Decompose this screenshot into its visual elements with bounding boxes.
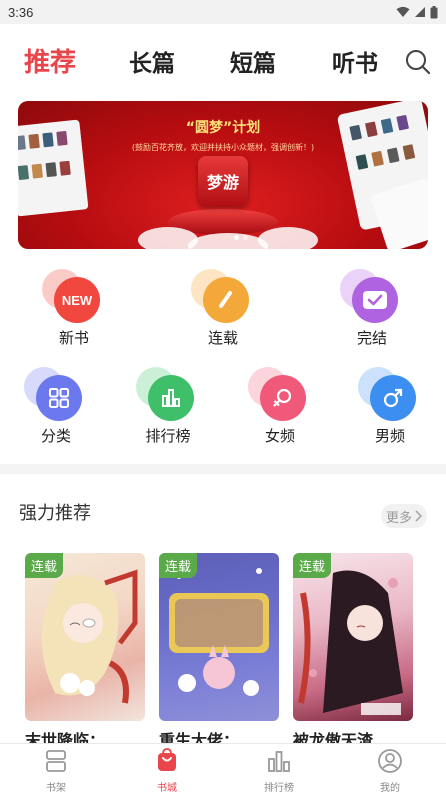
check-icon [340, 269, 404, 325]
category-finished[interactable]: 完结 [332, 269, 412, 348]
serial-badge: 连载 [293, 553, 332, 578]
category-label: 新书 [58, 329, 89, 347]
category-label: 连载 [207, 329, 238, 347]
section-divider [0, 464, 446, 474]
tab-recommend[interactable]: 推荐 [24, 42, 76, 79]
book-cover: 连载 [293, 553, 413, 721]
category-label: 男频 [374, 427, 405, 445]
category-ranking[interactable]: 排行榜 [128, 367, 208, 446]
nav-label: 排行榜 [264, 783, 294, 793]
category-male[interactable]: 男频 [350, 367, 430, 446]
ranking-icon [268, 751, 290, 772]
banner-subtitle: (鼓励百花齐放，欢迎并扶持小众题材，强调创新！) [131, 143, 315, 152]
banner-cloud [188, 233, 268, 249]
category-label: 排行榜 [145, 427, 191, 445]
pen-icon [191, 269, 255, 325]
category-label: 女频 [264, 427, 295, 445]
banner-pagination [234, 235, 248, 240]
female-icon [248, 367, 312, 423]
book-cover: 连载 [25, 553, 145, 721]
banner-dot [243, 235, 248, 240]
nav-bookstore[interactable]: 书城 [137, 748, 197, 793]
serial-badge: 连载 [159, 553, 198, 578]
top-tabs: 推荐 长篇 短篇 听书 [0, 24, 446, 98]
wifi-icon [396, 6, 410, 17]
bookshelf-icon [46, 750, 66, 772]
more-button[interactable]: 更多 [381, 504, 427, 528]
serial-badge: 连载 [25, 553, 64, 578]
banner-cloud [258, 227, 318, 249]
category-serial[interactable]: 连载 [183, 269, 263, 348]
banner-title: “圆梦”计划 [185, 120, 261, 136]
category-new[interactable]: NEW 新书 [34, 269, 114, 348]
category-female[interactable]: 女频 [240, 367, 320, 446]
book-card[interactable]: 连载 末世降临：… [25, 553, 145, 751]
battery-icon [430, 5, 438, 18]
book-cover: 连载 [159, 553, 279, 721]
nav-label: 书架 [46, 783, 66, 793]
nav-label: 我的 [380, 783, 400, 793]
search-icon[interactable] [404, 48, 432, 76]
banner-app-logo: 梦游 [198, 156, 248, 206]
category-label: 分类 [40, 427, 71, 445]
promo-banner[interactable]: “圆梦”计划 (鼓励百花齐放，欢迎并扶持小众题材，强调创新！) 梦游 [18, 101, 428, 249]
grid-icon [24, 367, 88, 423]
nav-bookshelf[interactable]: 书架 [26, 748, 86, 793]
chart-icon [136, 367, 200, 423]
bottom-nav: 书架 书城 排行榜 我的 [0, 743, 446, 793]
category-classify[interactable]: 分类 [16, 367, 96, 446]
tab-long[interactable]: 长篇 [129, 44, 175, 78]
section-title: 强力推荐 [19, 503, 91, 524]
signal-icon [415, 7, 425, 17]
male-icon [358, 367, 422, 423]
more-label: 更多 [385, 510, 412, 526]
tab-short[interactable]: 短篇 [230, 44, 276, 78]
nav-ranking[interactable]: 排行榜 [249, 748, 309, 793]
category-label: 完结 [356, 329, 387, 347]
status-time: 3:36 [8, 4, 34, 20]
bookstore-icon [158, 748, 176, 771]
status-icons [396, 5, 438, 19]
chevron-right-icon [415, 510, 422, 522]
new-icon: NEW [42, 269, 106, 325]
banner-dot-active [234, 235, 239, 240]
profile-icon [378, 749, 402, 773]
book-card[interactable]: 连载 重生大佬：… [159, 553, 279, 751]
status-bar: 3:36 [0, 0, 446, 24]
nav-profile[interactable]: 我的 [360, 748, 420, 793]
tab-audio[interactable]: 听书 [332, 44, 378, 78]
nav-label: 书城 [157, 783, 177, 793]
book-card[interactable]: 连载 被龙傲天渣… [293, 553, 413, 751]
